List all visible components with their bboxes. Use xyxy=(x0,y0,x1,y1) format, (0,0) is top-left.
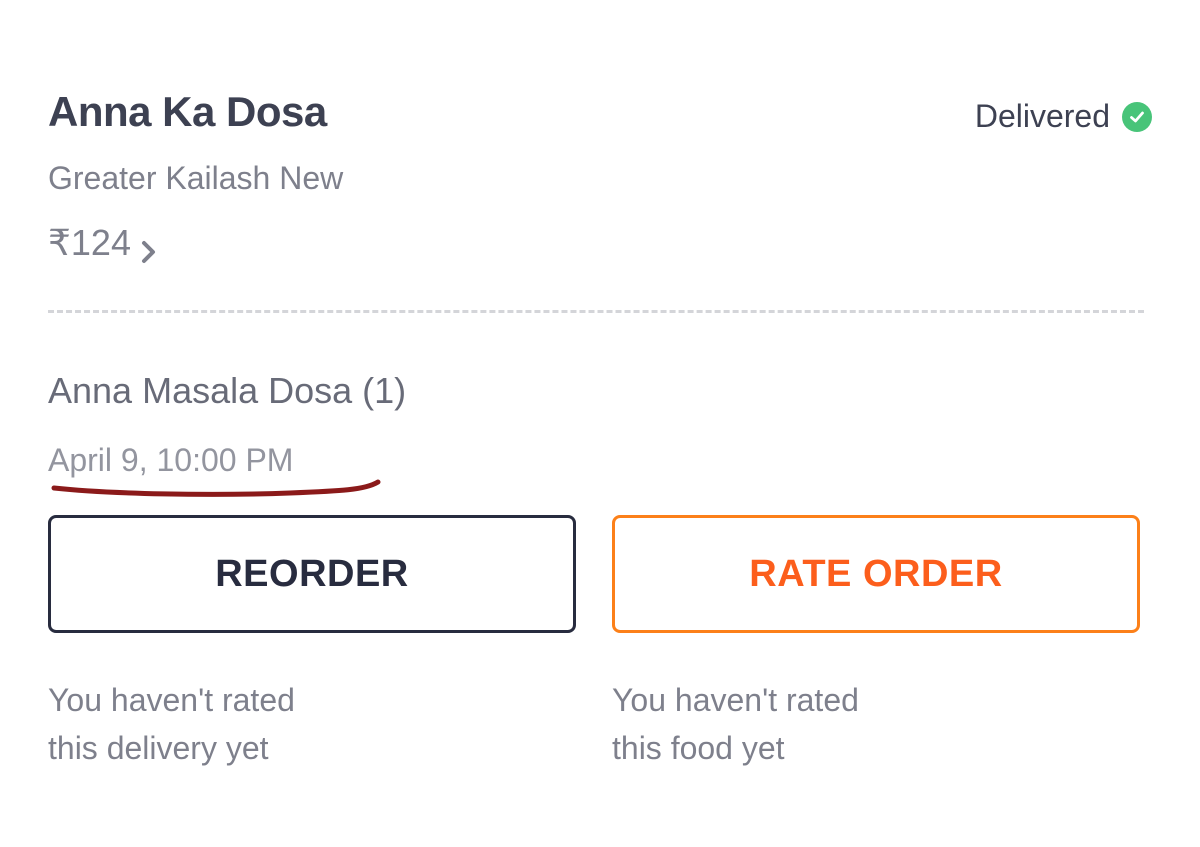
order-card: Anna Ka Dosa Delivered Greater Kailash N… xyxy=(0,0,1200,847)
handdrawn-underline xyxy=(51,479,381,497)
restaurant-name: Anna Ka Dosa xyxy=(48,88,327,135)
order-total: ₹124 xyxy=(48,222,131,263)
food-note-line-1: You haven't rated xyxy=(612,682,859,718)
section-divider xyxy=(48,310,1144,313)
food-note-line-2: this food yet xyxy=(612,730,785,766)
delivery-note-line-2: this delivery yet xyxy=(48,730,269,766)
restaurant-location: Greater Kailash New xyxy=(48,160,344,196)
delivery-rating-note: You haven't rated this delivery yet xyxy=(48,676,468,772)
order-total-link[interactable]: ₹124 xyxy=(48,222,157,264)
rate-order-button[interactable]: RATE ORDER xyxy=(612,515,1140,633)
status-label: Delivered xyxy=(974,98,1110,134)
delivery-status: Delivered xyxy=(975,98,1152,135)
order-item: Anna Masala Dosa (1) xyxy=(48,370,407,411)
chevron-right-icon xyxy=(141,231,157,263)
delivery-note-line-1: You haven't rated xyxy=(48,682,295,718)
reorder-button[interactable]: REORDER xyxy=(48,515,576,633)
food-rating-note: You haven't rated this food yet xyxy=(612,676,1032,772)
check-circle-icon xyxy=(1122,101,1152,132)
